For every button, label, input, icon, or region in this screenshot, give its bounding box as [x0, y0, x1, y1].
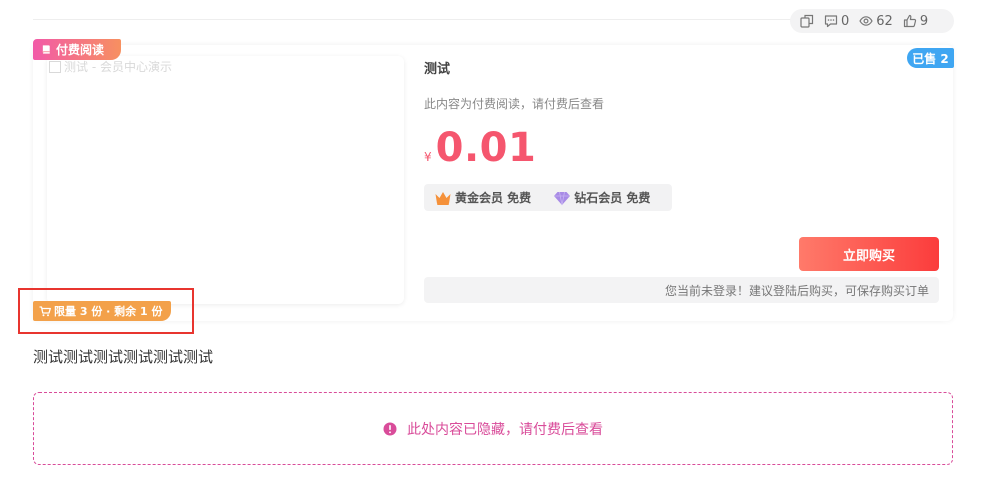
login-tip: 您当前未登录！建议登陆后购买，可保存购买订单	[424, 277, 939, 303]
comment-stat[interactable]: 0	[824, 14, 849, 29]
buy-now-button[interactable]: 立即购买	[799, 237, 939, 271]
view-count: 62	[876, 13, 893, 29]
crown-icon	[435, 191, 451, 205]
view-stat: 62	[859, 14, 893, 29]
copy-stat[interactable]	[800, 14, 814, 28]
price-currency: ¥	[424, 150, 432, 164]
member-benefits: 黄金会员 免费 钻石会员 免费	[424, 184, 672, 211]
gold-member-benefit: 黄金会员 免费	[434, 189, 531, 206]
gold-member-label: 黄金会员 免费	[455, 191, 532, 205]
comment-count: 0	[841, 13, 850, 29]
warning-circle-icon	[383, 422, 397, 435]
broken-image-placeholder: 测试 - 会员中心演示	[49, 58, 172, 75]
like-stat[interactable]: 9	[903, 14, 928, 29]
eye-icon	[859, 16, 873, 26]
cover-alt-text: 测试 - 会员中心演示	[64, 60, 172, 74]
broken-image-icon	[49, 60, 61, 73]
price-display: ¥ 0.01	[424, 124, 536, 172]
hidden-notice-text: 此处内容已隐藏，请付费后查看	[407, 421, 603, 438]
hidden-content-notice: 此处内容已隐藏，请付费后查看	[33, 392, 953, 465]
diamond-icon	[554, 191, 571, 205]
post-body-text: 测试测试测试测试测试测试	[33, 348, 214, 366]
diamond-member-benefit: 钻石会员 免费	[553, 189, 650, 206]
diamond-member-label: 钻石会员 免费	[574, 191, 651, 205]
paid-tag-label: 付费阅读	[56, 43, 105, 57]
post-stats-bar: 0 62 9	[790, 9, 954, 33]
book-icon	[42, 45, 50, 54]
product-cover-image: 测试 - 会员中心演示	[47, 56, 404, 304]
copy-icon	[800, 14, 814, 28]
comment-icon	[824, 15, 838, 28]
thumbs-up-icon	[903, 14, 916, 28]
price-value: 0.01	[435, 125, 537, 171]
highlight-annotation-box	[18, 288, 194, 334]
product-description: 此内容为付费阅读，请付费后查看	[424, 97, 605, 111]
paid-reading-tag: 付费阅读	[33, 39, 121, 60]
like-count: 9	[919, 13, 929, 29]
product-title: 测试	[424, 62, 451, 77]
sold-count-badge: 已售 2	[907, 48, 954, 68]
